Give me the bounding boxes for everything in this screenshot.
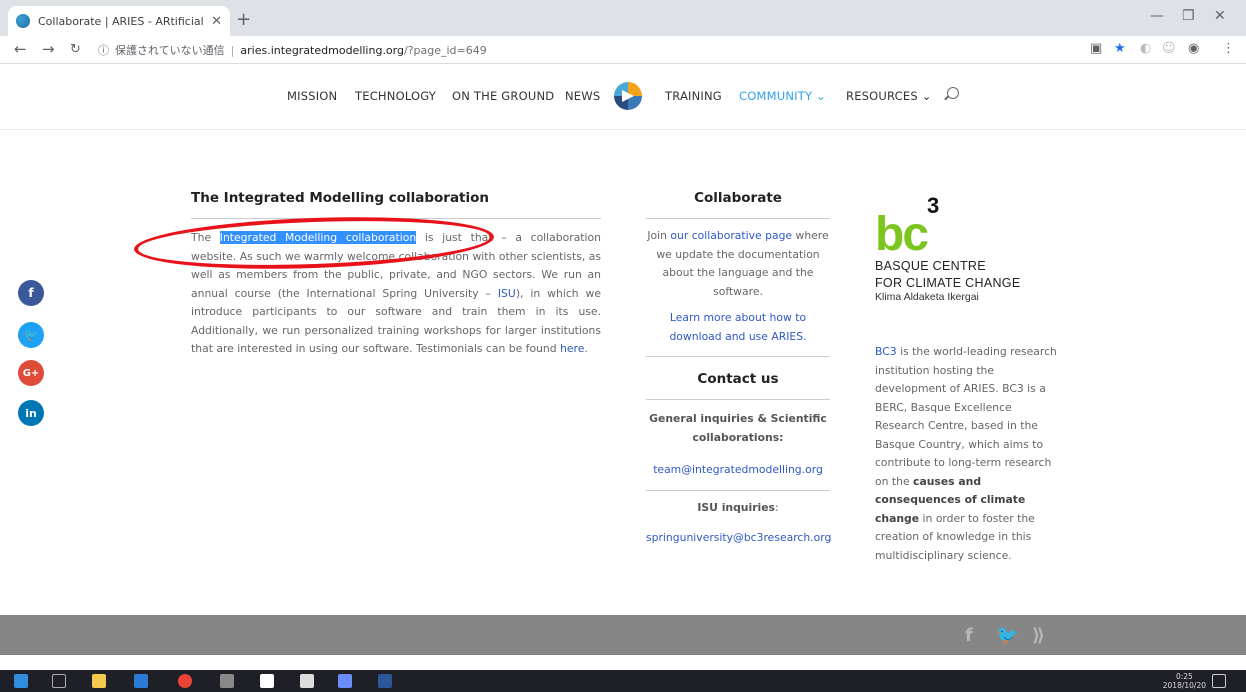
app-icon[interactable] — [220, 674, 234, 688]
nav-resources[interactable]: RESOURCES ⌄ — [846, 89, 932, 103]
bc3-subtitle: Klima Aldaketa Ikergai — [875, 291, 979, 303]
notification-icon[interactable] — [1212, 674, 1226, 688]
nav-on-the-ground[interactable]: ON THE GROUND — [452, 89, 554, 103]
facebook-share-icon[interactable]: f — [18, 280, 44, 306]
windows-taskbar: 0:25 2018/10/20 — [0, 670, 1246, 692]
file-explorer-icon[interactable] — [92, 674, 106, 688]
maximize-icon[interactable]: ❐ — [1182, 8, 1195, 24]
site-favicon-icon — [16, 14, 30, 28]
site-footer: f 🐦 ⟫ — [0, 615, 1246, 655]
taskbar-clock[interactable]: 0:25 2018/10/20 — [1163, 672, 1206, 690]
collaborative-page-link[interactable]: our collaborative page — [670, 229, 792, 242]
clock-date: 2018/10/20 — [1162, 681, 1206, 690]
highlighted-text: Integrated Modelling collaboration — [219, 231, 417, 244]
isu-inquiries-paragraph: ISU inquiries: — [646, 499, 830, 518]
learn-more-paragraph: Learn more about how to download and use… — [646, 309, 830, 346]
collaborate-paragraph: Join our collaborative page where we upd… — [646, 227, 830, 301]
task-view-icon[interactable] — [52, 674, 66, 688]
security-status: 保護されていない通信 — [115, 44, 225, 57]
collaborate-title: Collaborate — [646, 190, 830, 219]
chrome-icon[interactable] — [178, 674, 192, 688]
general-email-paragraph: team@integratedmodelling.org — [646, 461, 830, 480]
footer-rss-icon[interactable]: ⟫ — [1032, 625, 1045, 646]
site-nav: MISSION TECHNOLOGY ON THE GROUND NEWS TR… — [0, 64, 1246, 130]
bc3-logo-text: bc — [875, 208, 929, 261]
general-email-link[interactable]: team@integratedmodelling.org — [653, 463, 823, 476]
isu-email-paragraph: springuniversity@bc3research.org — [646, 529, 831, 548]
bc3-paragraph: BC3 is the world-leading research instit… — [875, 343, 1060, 565]
start-icon[interactable] — [14, 674, 28, 688]
isu-inquiries-label: ISU inquiries — [697, 500, 775, 514]
bc3-name-line1: BASQUE CENTRE — [875, 259, 986, 273]
footer-facebook-icon[interactable]: f — [965, 625, 973, 646]
main-title: The Integrated Modelling collaboration — [191, 190, 601, 219]
divider — [646, 489, 830, 491]
word-icon[interactable] — [378, 674, 392, 688]
bc3-link[interactable]: BC3 — [875, 345, 897, 358]
browser-toolbar: ← → ↻ ⓘ 保護されていない通信 | aries.integratedmod… — [0, 36, 1246, 64]
reload-icon[interactable]: ↻ — [70, 42, 81, 57]
tab-title: Collaborate | ARIES - ARtificial In — [38, 14, 206, 28]
browser-tab-bar: Collaborate | ARIES - ARtificial In ✕ + … — [0, 0, 1246, 36]
isu-email-link[interactable]: springuniversity@bc3research.org — [646, 531, 831, 544]
window-close-icon[interactable]: ✕ — [1214, 8, 1226, 24]
bc3-name-line2: FOR CLIMATE CHANGE — [875, 276, 1021, 290]
nav-mission[interactable]: MISSION — [287, 89, 337, 103]
bookmark-star-icon[interactable]: ★ — [1114, 41, 1126, 56]
app2-icon[interactable] — [260, 674, 274, 688]
nav-training[interactable]: TRAINING — [665, 89, 722, 103]
main-text-end: . — [584, 342, 588, 355]
minimize-icon[interactable]: — — [1150, 8, 1164, 24]
bc3-text1: is the world-leading research institutio… — [875, 345, 1057, 488]
aries-logo-icon[interactable] — [612, 80, 644, 112]
footer-twitter-icon[interactable]: 🐦 — [996, 625, 1018, 646]
translate-icon[interactable]: ▣ — [1090, 41, 1102, 56]
nav-news[interactable]: NEWS — [565, 89, 600, 103]
extension-icon[interactable]: ◐ — [1140, 41, 1151, 56]
bc3-logo[interactable]: bc3 — [875, 193, 1060, 259]
bc3-logo-sup: 3 — [927, 193, 940, 218]
general-inquiries-label: General inquiries & Scientific collabora… — [649, 412, 827, 444]
learn-more-link[interactable]: Learn more about how to download and use… — [669, 311, 806, 343]
collaborate-column: Collaborate Join our collaborative page … — [646, 190, 831, 548]
url-host: aries.integratedmodelling.org — [240, 43, 404, 57]
google-plus-share-icon[interactable]: G+ — [18, 360, 44, 386]
menu-icon[interactable]: ⋮ — [1222, 41, 1235, 56]
app4-icon[interactable] — [338, 674, 352, 688]
clock-time: 0:25 — [1175, 672, 1193, 681]
back-arrow-icon[interactable]: ← — [14, 40, 27, 58]
nav-community[interactable]: COMMUNITY ⌄ — [739, 89, 826, 103]
contact-title: Contact us — [646, 371, 830, 400]
linkedin-share-icon[interactable]: in — [18, 400, 44, 426]
isu-colon: : — [774, 500, 779, 514]
main-paragraph: The Integrated Modelling collaboration i… — [191, 229, 601, 359]
info-icon[interactable]: ⓘ — [98, 42, 109, 58]
extension2-icon[interactable]: ☺ — [1162, 41, 1176, 56]
address-bar[interactable]: ⓘ 保護されていない通信 | aries.integratedmodelling… — [98, 39, 1058, 61]
forward-arrow-icon[interactable]: → — [42, 40, 55, 58]
isu-link[interactable]: ISU — [498, 287, 516, 300]
main-text-pre: The — [191, 231, 220, 244]
here-link[interactable]: here — [560, 342, 584, 355]
main-column: The Integrated Modelling collaboration T… — [191, 190, 601, 359]
app3-icon[interactable] — [300, 674, 314, 688]
collab-text-pre: Join — [647, 229, 671, 242]
tab-close-icon[interactable]: ✕ — [211, 14, 222, 29]
search-icon[interactable] — [947, 87, 959, 99]
divider — [646, 356, 830, 357]
twitter-share-icon[interactable]: 🐦 — [18, 322, 44, 348]
url-path: /?page_id=649 — [403, 43, 487, 57]
new-tab-button[interactable]: + — [236, 9, 251, 30]
bc3-column: bc3 BASQUE CENTRE FOR CLIMATE CHANGE Kli… — [875, 193, 1060, 565]
browser-tab[interactable]: Collaborate | ARIES - ARtificial In ✕ — [8, 6, 230, 36]
mail-icon[interactable] — [134, 674, 148, 688]
nav-technology[interactable]: TECHNOLOGY — [355, 89, 436, 103]
url-separator: | — [230, 43, 235, 57]
profile-icon[interactable]: ◉ — [1188, 41, 1199, 56]
